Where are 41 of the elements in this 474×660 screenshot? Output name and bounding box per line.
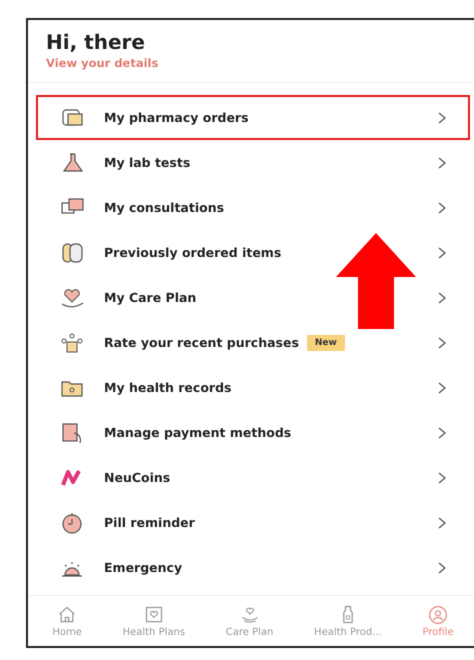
chevron-right-icon [438, 112, 446, 124]
menu-label: Previously ordered items [104, 245, 282, 260]
profile-icon [428, 604, 448, 624]
heart-hand-icon [240, 604, 260, 624]
pills-icon [60, 240, 84, 264]
chevron-right-icon [438, 292, 446, 304]
new-badge: New [306, 334, 345, 350]
chevron-right-icon [438, 472, 446, 484]
chevron-right-icon [438, 156, 446, 168]
menu-item[interactable]: My lab tests [36, 140, 470, 185]
menu-item[interactable]: Pill reminder [36, 500, 470, 545]
menu-label: Emergency [104, 560, 182, 575]
flask-icon [60, 150, 84, 174]
chevron-right-icon [438, 562, 446, 574]
home-icon [57, 604, 78, 624]
menu-label: My pharmacy orders [104, 110, 249, 125]
menu-label: Manage payment methods [104, 425, 292, 440]
menu-item[interactable]: My health records [36, 365, 470, 410]
chevron-right-icon [438, 382, 446, 394]
chevron-right-icon [438, 202, 446, 214]
menu-label: Pill reminder [104, 515, 195, 530]
chevron-right-icon [438, 426, 446, 438]
greeting: Hi, there [46, 30, 145, 54]
menu-label: My consultations [104, 200, 224, 215]
heart-frame-icon [144, 604, 164, 624]
menu-label: Rate your recent purchases [104, 335, 299, 350]
menu-item[interactable]: My pharmacy orders [36, 95, 470, 140]
menu-label: My lab tests [104, 155, 190, 170]
menu-item[interactable]: My consultations [36, 185, 470, 230]
timer-icon [60, 510, 84, 534]
menu-item[interactable]: Manage payment methods [36, 410, 470, 455]
chevron-right-icon [438, 246, 446, 258]
menu-item[interactable]: NeuCoins [36, 455, 470, 500]
menu-label: NeuCoins [104, 470, 170, 485]
menu-item[interactable]: My Care Plan [36, 275, 470, 320]
menu-label: My health records [104, 380, 232, 395]
chevron-right-icon [438, 516, 446, 528]
menu-label: My Care Plan [104, 290, 196, 305]
menu-item[interactable]: Emergency [36, 545, 470, 590]
chevron-right-icon [438, 336, 446, 348]
menu-item[interactable]: Rate your recent purchases New [36, 320, 470, 365]
